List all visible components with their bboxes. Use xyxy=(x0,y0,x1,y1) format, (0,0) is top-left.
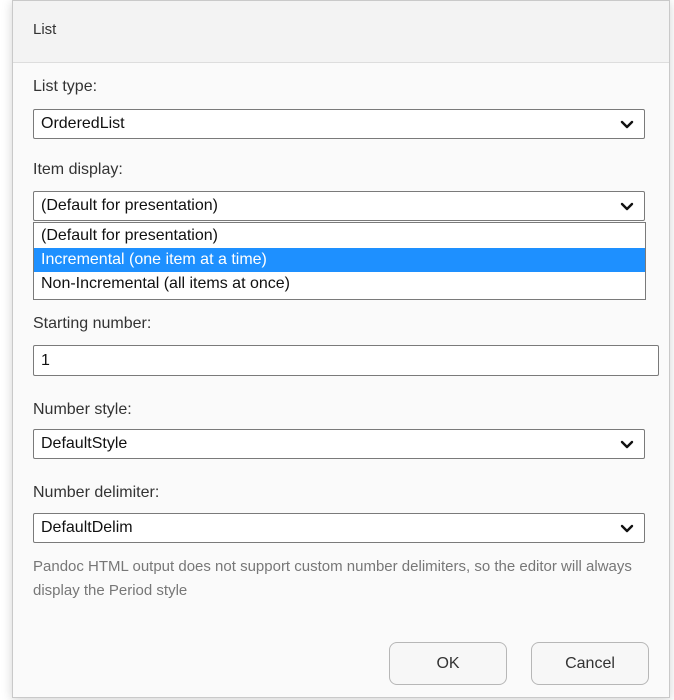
dialog-titlebar: List xyxy=(13,1,669,63)
dropdown-option-incremental[interactable]: Incremental (one item at a time) xyxy=(34,248,645,272)
number-delimiter-value: DefaultDelim xyxy=(41,519,133,536)
number-style-value: DefaultStyle xyxy=(41,435,128,452)
dialog-title: List xyxy=(33,21,57,38)
number-delimiter-select[interactable]: DefaultDelim xyxy=(33,513,645,543)
list-type-value: OrderedList xyxy=(41,115,125,132)
list-type-select[interactable]: OrderedList xyxy=(33,109,645,139)
dropdown-option-default[interactable]: (Default for presentation) xyxy=(34,224,645,248)
number-delimiter-label: Number delimiter: xyxy=(33,484,160,501)
starting-number-input[interactable]: 1 xyxy=(33,345,659,376)
starting-number-label: Starting number: xyxy=(33,315,152,332)
chevron-down-icon xyxy=(620,440,634,449)
item-display-value: (Default for presentation) xyxy=(41,197,218,214)
starting-number-value: 1 xyxy=(41,352,50,369)
cancel-button[interactable]: Cancel xyxy=(531,642,649,685)
chevron-down-icon xyxy=(620,120,634,129)
number-style-select[interactable]: DefaultStyle xyxy=(33,429,645,459)
dropdown-option-non-incremental[interactable]: Non-Incremental (all items at once) xyxy=(34,272,645,296)
list-dialog: List List type: OrderedList Item display… xyxy=(12,0,670,698)
chevron-down-icon xyxy=(620,202,634,211)
list-type-label: List type: xyxy=(33,78,98,95)
number-style-label: Number style: xyxy=(33,401,132,418)
ok-button[interactable]: OK xyxy=(389,642,507,685)
item-display-select[interactable]: (Default for presentation) xyxy=(33,191,645,221)
chevron-down-icon xyxy=(620,524,634,533)
item-display-dropdown: (Default for presentation) Incremental (… xyxy=(33,222,646,300)
delimiter-note: Pandoc HTML output does not support cust… xyxy=(33,558,632,599)
item-display-label: Item display: xyxy=(33,161,123,178)
